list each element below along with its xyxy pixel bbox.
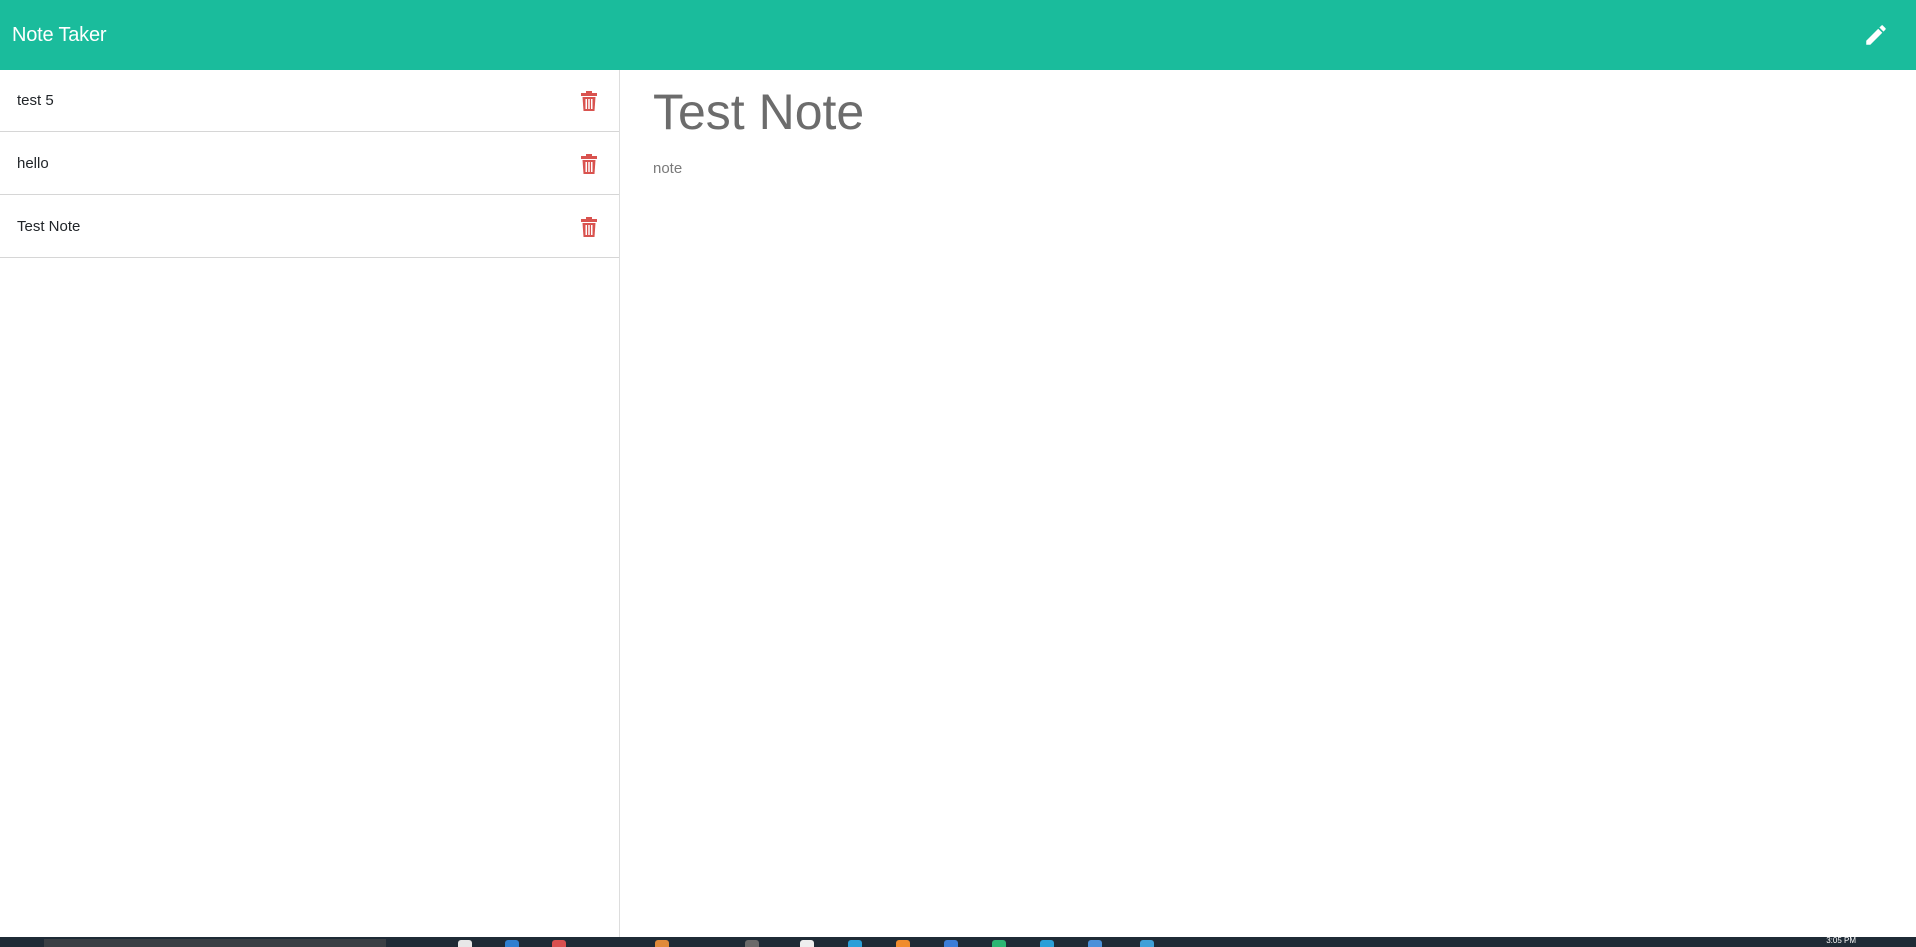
note-list-item[interactable]: test 5 (0, 70, 619, 132)
delete-note-button[interactable] (577, 215, 601, 239)
taskbar-app-icon[interactable] (800, 940, 814, 947)
taskbar-app-icon[interactable] (505, 940, 519, 947)
trash-icon (581, 90, 597, 111)
note-list-item[interactable]: Test Note (0, 196, 619, 258)
note-list-item[interactable]: hello (0, 133, 619, 195)
note-list-item-title: hello (17, 155, 49, 172)
navbar: Note Taker (0, 0, 1916, 70)
taskbar-app-icon[interactable] (992, 940, 1006, 947)
note-text-field[interactable]: note (653, 160, 1853, 760)
taskbar-app-icon[interactable] (655, 940, 669, 947)
taskbar-search-box[interactable] (44, 939, 386, 947)
trash-icon (581, 153, 597, 174)
delete-note-button[interactable] (577, 152, 601, 176)
taskbar-app-icon[interactable] (745, 940, 759, 947)
taskbar-app-icon[interactable] (1040, 940, 1054, 947)
taskbar-app-icon[interactable] (458, 940, 472, 947)
pencil-icon (1866, 25, 1886, 45)
note-list-item-title: Test Note (17, 218, 81, 235)
taskbar-app-icon[interactable] (1088, 940, 1102, 947)
app-title[interactable]: Note Taker (12, 24, 107, 47)
os-taskbar: 3:05 PM (0, 937, 1916, 947)
taskbar-app-icon[interactable] (944, 940, 958, 947)
taskbar-app-icon[interactable] (1140, 940, 1154, 947)
taskbar-app-icon[interactable] (848, 940, 862, 947)
note-title-field[interactable] (653, 80, 1853, 144)
new-note-button[interactable] (1856, 15, 1896, 55)
note-list: test 5 hello Test Note (0, 70, 620, 937)
trash-icon (581, 216, 597, 237)
note-editor: note (621, 70, 1916, 937)
taskbar-app-icon[interactable] (552, 940, 566, 947)
note-list-item-title: test 5 (17, 92, 54, 109)
delete-note-button[interactable] (577, 89, 601, 113)
taskbar-app-icon[interactable] (896, 940, 910, 947)
taskbar-clock[interactable]: 3:05 PM (1826, 937, 1856, 945)
